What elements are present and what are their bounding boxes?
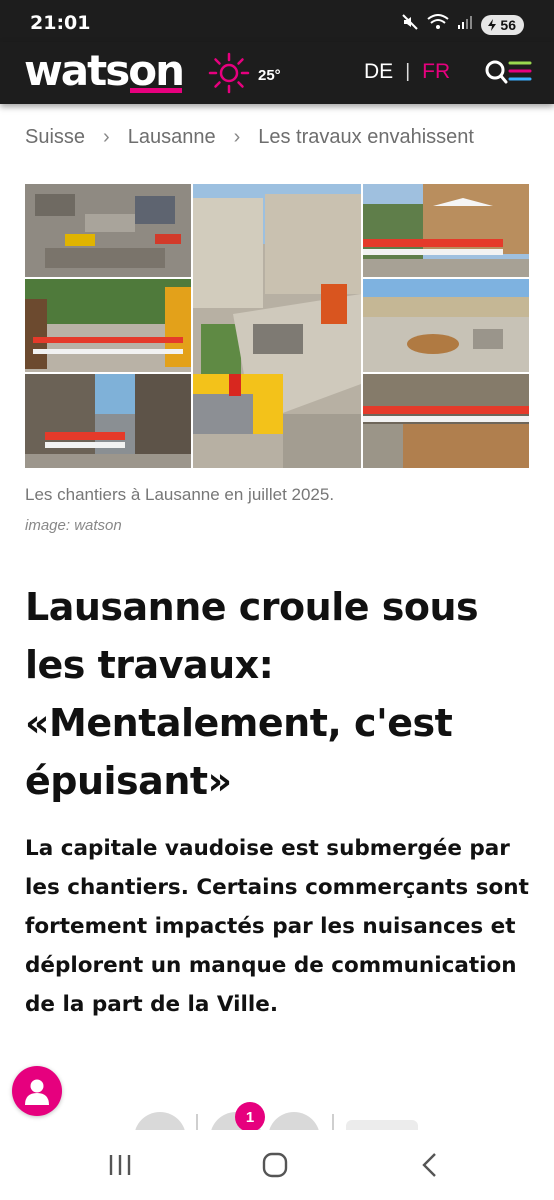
breadcrumb-separator: ›: [103, 126, 110, 148]
hero-image-collage[interactable]: [25, 184, 529, 468]
photo-terrace-barriers: [363, 184, 529, 277]
recent-apps-icon: [109, 1155, 131, 1175]
image-caption: Les chantiers à Lausanne en juillet 2025…: [25, 485, 335, 504]
wifi-icon: [427, 14, 450, 35]
article-lead: La capitale vaudoise est submergée par l…: [25, 836, 529, 1017]
search-menu-button[interactable]: [484, 57, 532, 89]
reaction-count-badge: 1: [235, 1102, 265, 1132]
language-switcher: DE | FR: [364, 60, 450, 84]
status-icons: 56: [401, 13, 524, 36]
photo-sidewalk-works: [25, 374, 191, 468]
home-button[interactable]: [255, 1148, 295, 1182]
app-header: watson 25° DE | FR: [0, 42, 554, 104]
photo-open-square: [363, 279, 529, 372]
breadcrumb-item-suisse[interactable]: Suisse: [25, 126, 85, 149]
signal-icon: [457, 14, 473, 35]
breadcrumb-item-current: Les travaux envahissent: [258, 126, 474, 148]
weather-temperature: 25°: [258, 67, 281, 84]
breadcrumb: Suisse › Lausanne › Les travaux envahiss…: [25, 126, 554, 149]
sun-icon: [208, 52, 250, 99]
mute-icon: [401, 13, 419, 36]
system-nav-bar: [0, 1130, 554, 1200]
home-icon: [262, 1152, 288, 1178]
language-de[interactable]: DE: [364, 60, 393, 84]
photo-aerial-construction: [193, 184, 361, 468]
photo-wooden-barrier: [363, 374, 529, 468]
battery-icon: 56: [481, 14, 524, 35]
battery-level: 56: [500, 16, 516, 33]
logo-underline: [130, 88, 182, 93]
image-credit: image: watson: [25, 517, 122, 534]
article-headline: Lausanne croule sous les travaux: «Menta…: [25, 585, 479, 803]
photo-street-barriers: [25, 279, 191, 372]
back-button[interactable]: [410, 1148, 450, 1182]
language-fr[interactable]: FR: [422, 60, 450, 84]
weather-widget[interactable]: 25°: [208, 52, 281, 99]
search-icon: [485, 60, 532, 84]
recent-apps-button[interactable]: [100, 1148, 140, 1182]
breadcrumb-fade: [494, 118, 554, 154]
back-icon: [422, 1153, 436, 1177]
photo-construction-materials: [25, 184, 191, 277]
language-separator: |: [405, 61, 411, 82]
breadcrumb-separator: ›: [233, 126, 241, 148]
status-time: 21:01: [30, 12, 91, 34]
breadcrumb-item-lausanne[interactable]: Lausanne: [128, 126, 216, 149]
status-bar: 21:01 56: [0, 0, 554, 42]
